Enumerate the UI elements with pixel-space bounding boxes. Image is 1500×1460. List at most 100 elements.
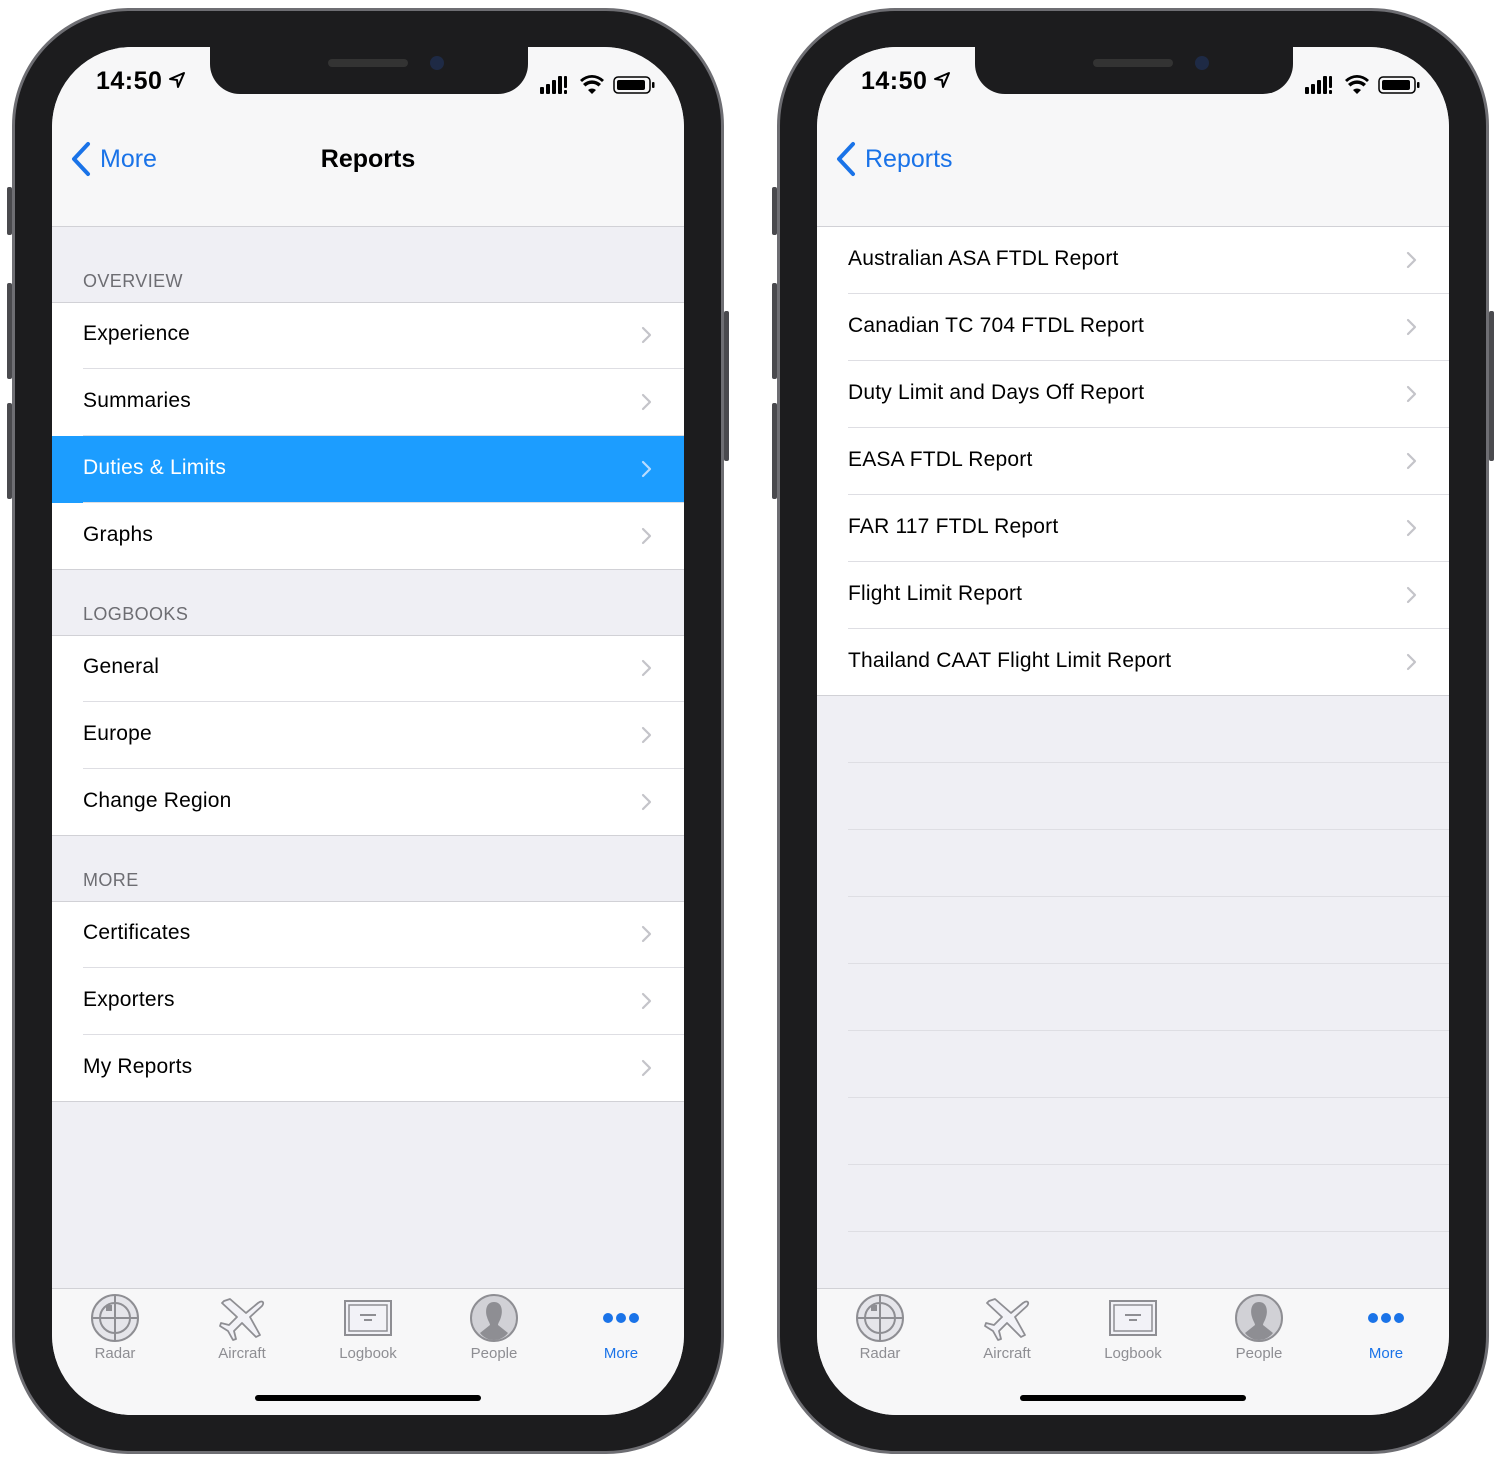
- back-button[interactable]: Reports: [835, 139, 953, 179]
- list-item-general[interactable]: General: [52, 635, 684, 702]
- page-title: Reports: [320, 145, 416, 173]
- screen-left: 14:50 More Reports OVERVIEW Experience S…: [52, 47, 684, 1415]
- status-icons: [540, 75, 655, 94]
- location-arrow-icon: [169, 72, 185, 88]
- battery-icon: [613, 76, 655, 94]
- people-icon: [1235, 1294, 1283, 1342]
- chevron-right-icon: [1406, 318, 1417, 336]
- section-header-logbooks: LOGBOOKS: [83, 604, 189, 624]
- chevron-right-icon: [641, 793, 652, 811]
- radar-icon: [856, 1294, 904, 1342]
- status-icons: [1305, 75, 1420, 94]
- side-button: [724, 311, 729, 461]
- list-item-graphs[interactable]: Graphs: [52, 503, 684, 570]
- list-item-certificates[interactable]: Certificates: [52, 901, 684, 968]
- tab-label: People: [470, 1345, 518, 1362]
- tab-label: Radar: [859, 1345, 901, 1362]
- more-icon: [1368, 1313, 1404, 1323]
- chevron-right-icon: [1406, 586, 1417, 604]
- chevron-right-icon: [641, 659, 652, 677]
- list-item-thailand-caat-flight-limit[interactable]: Thailand CAAT Flight Limit Report: [817, 629, 1449, 696]
- empty-row: [817, 964, 1449, 1031]
- list-item-europe[interactable]: Europe: [52, 702, 684, 769]
- list-item-exporters[interactable]: Exporters: [52, 968, 684, 1035]
- list-item-label: Duty Limit and Days Off Report: [848, 381, 1145, 404]
- list-item-label: Graphs: [83, 523, 154, 546]
- tab-aircraft[interactable]: Aircraft: [952, 1293, 1062, 1363]
- mute-switch: [772, 187, 777, 235]
- tab-radar[interactable]: Radar: [825, 1293, 935, 1363]
- list-item-duty-limit-days-off[interactable]: Duty Limit and Days Off Report: [817, 361, 1449, 428]
- tab-more[interactable]: More: [1331, 1293, 1441, 1363]
- list-item-label: Flight Limit Report: [848, 582, 1023, 605]
- radar-icon: [91, 1294, 139, 1342]
- list-item-easa-ftdl[interactable]: EASA FTDL Report: [817, 428, 1449, 495]
- location-arrow-icon: [934, 72, 950, 88]
- tab-people[interactable]: People: [439, 1293, 549, 1363]
- chevron-right-icon: [1406, 251, 1417, 269]
- tab-label: Aircraft: [218, 1345, 266, 1362]
- tab-aircraft[interactable]: Aircraft: [187, 1293, 297, 1363]
- chevron-right-icon: [641, 527, 652, 545]
- list-item-canadian-tc-704-ftdl[interactable]: Canadian TC 704 FTDL Report: [817, 294, 1449, 361]
- list-item-duties-limits[interactable]: Duties & Limits: [52, 436, 684, 503]
- list-item-far-117-ftdl[interactable]: FAR 117 FTDL Report: [817, 495, 1449, 562]
- chevron-right-icon: [641, 460, 652, 478]
- chevron-right-icon: [641, 726, 652, 744]
- list-item-my-reports[interactable]: My Reports: [52, 1035, 684, 1102]
- battery-icon: [1378, 76, 1420, 94]
- screen-right: 14:50 Reports Australian ASA FTDL Report…: [817, 47, 1449, 1415]
- chevron-right-icon: [1406, 653, 1417, 671]
- volume-down-button: [772, 403, 777, 499]
- list-item-label: Duties & Limits: [83, 456, 227, 479]
- wifi-icon: [1345, 75, 1369, 94]
- list-item-label: Change Region: [83, 789, 232, 812]
- list-item-label: Canadian TC 704 FTDL Report: [848, 314, 1145, 337]
- tab-label: More: [603, 1345, 639, 1362]
- empty-row: [817, 1165, 1449, 1232]
- navigation-bar: More Reports: [52, 117, 684, 227]
- tab-more[interactable]: More: [566, 1293, 676, 1363]
- side-button: [1489, 311, 1494, 461]
- tab-label: People: [1235, 1345, 1283, 1362]
- logbook-icon: [1109, 1300, 1157, 1336]
- tab-people[interactable]: People: [1204, 1293, 1314, 1363]
- more-icon: [603, 1313, 639, 1323]
- list-item-label: My Reports: [83, 1055, 193, 1078]
- list-item-label: Certificates: [83, 921, 191, 944]
- tab-label: More: [1368, 1345, 1404, 1362]
- list-item-summaries[interactable]: Summaries: [52, 369, 684, 436]
- volume-down-button: [7, 403, 12, 499]
- aircraft-icon: [984, 1298, 1030, 1341]
- tab-logbook[interactable]: Logbook: [1078, 1293, 1188, 1363]
- empty-row: [817, 696, 1449, 763]
- home-indicator[interactable]: [1020, 1395, 1246, 1401]
- tab-label: Radar: [94, 1345, 136, 1362]
- tab-radar[interactable]: Radar: [60, 1293, 170, 1363]
- duty-reports-list: Australian ASA FTDL Report Canadian TC 7…: [817, 227, 1449, 1299]
- list-item-experience[interactable]: Experience: [52, 302, 684, 369]
- empty-row: [817, 830, 1449, 897]
- list-item-label: Experience: [83, 322, 191, 345]
- list-item-australian-asa-ftdl[interactable]: Australian ASA FTDL Report: [817, 227, 1449, 294]
- section-header-overview: OVERVIEW: [83, 271, 183, 291]
- phone-frame-left: 14:50 More Reports OVERVIEW Experience S…: [7, 8, 729, 1454]
- cellular-signal-icon: [1305, 76, 1332, 94]
- tab-logbook[interactable]: Logbook: [313, 1293, 423, 1363]
- chevron-right-icon: [641, 925, 652, 943]
- home-indicator[interactable]: [255, 1395, 481, 1401]
- phone-frame-right: 14:50 Reports Australian ASA FTDL Report…: [772, 8, 1494, 1454]
- navigation-bar: Reports: [817, 117, 1449, 227]
- volume-up-button: [772, 283, 777, 379]
- tab-label: Logbook: [339, 1345, 397, 1362]
- logbook-icon: [344, 1300, 392, 1336]
- wifi-icon: [580, 75, 604, 94]
- notch: [975, 47, 1293, 94]
- list-item-change-region[interactable]: Change Region: [52, 769, 684, 836]
- tab-bar: Radar Aircraft Logbook People More: [817, 1288, 1449, 1415]
- chevron-right-icon: [1406, 519, 1417, 537]
- tab-bar: Radar Aircraft Logbook People More: [52, 1288, 684, 1415]
- list-item-flight-limit[interactable]: Flight Limit Report: [817, 562, 1449, 629]
- chevron-left-icon: [837, 142, 855, 176]
- status-time: 14:50: [861, 67, 928, 95]
